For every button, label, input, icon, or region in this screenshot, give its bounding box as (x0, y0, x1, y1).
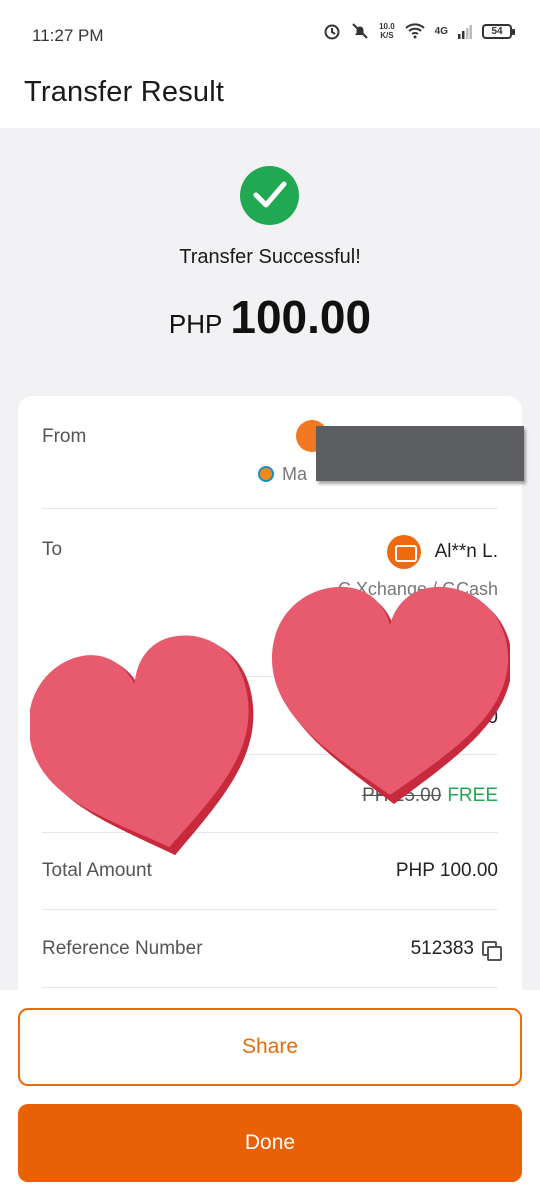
total-amount-value: PHP 100.00 (395, 860, 498, 881)
from-label: From (42, 426, 87, 447)
wifi-icon (404, 23, 425, 39)
sender-bank-logo-icon (258, 466, 274, 482)
sender-account-partial: Ma (282, 464, 308, 484)
heart-sticker-left (30, 635, 254, 856)
redaction-block (316, 426, 524, 481)
reference-value-group: 512383 (410, 938, 502, 961)
net-speed: 10.0 K/S (379, 22, 395, 40)
to-label: To (42, 539, 63, 560)
status-icons: 10.0 K/S 4G 54 (323, 22, 515, 40)
done-button[interactable]: Done (18, 1104, 522, 1182)
alarm-icon (324, 24, 340, 40)
recipient-name: Al**n L. (434, 541, 498, 562)
amount-currency: PHP (168, 309, 223, 339)
app-header: Transfer Result (0, 70, 540, 128)
mute-bell-icon (352, 23, 368, 39)
total-amount-label: Total Amount (42, 860, 152, 881)
success-message: Transfer Successful! (179, 246, 361, 268)
battery-icon: 54 (482, 23, 515, 39)
wallet-icon (387, 535, 421, 569)
share-button[interactable]: Share (18, 1008, 522, 1086)
network-type: 4G (434, 25, 448, 37)
reference-label: Reference Number (42, 938, 203, 959)
copy-icon[interactable] (482, 940, 502, 961)
heart-sticker-right (271, 586, 510, 804)
reference-number: 512383 (410, 938, 474, 959)
status-time: 11:27 PM (32, 26, 104, 45)
amount-value: 100.00 (230, 291, 372, 343)
signal-icon (458, 25, 472, 39)
status-bar: 11:27 PM 10.0 K/S 4G 54 (0, 0, 540, 70)
amount-display: PHP 100.00 (0, 290, 540, 344)
page-title: Transfer Result (24, 76, 225, 108)
reference-row: Reference Number 512383 (42, 910, 502, 988)
success-check-icon (240, 166, 299, 225)
